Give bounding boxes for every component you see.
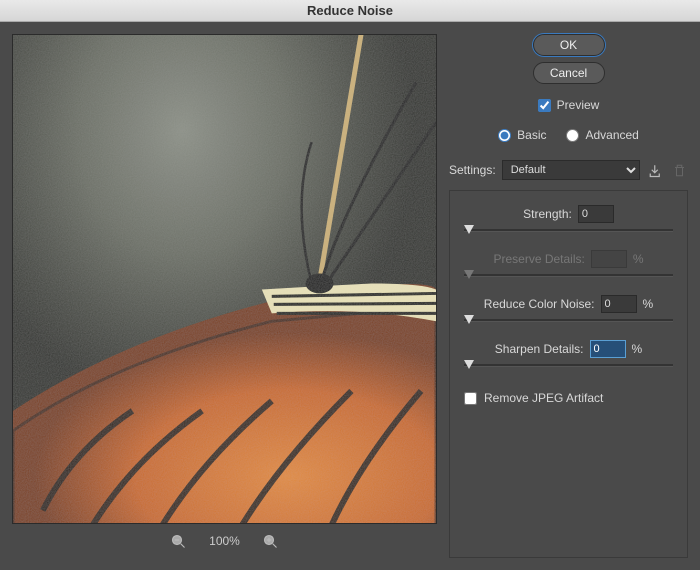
dialog-body: 100% OK Cancel Preview Basic Advanced	[0, 22, 700, 570]
basic-radio-label: Basic	[517, 128, 546, 142]
params-panel: Strength: Preserve Details: % Reduce Col…	[449, 190, 688, 558]
preview-column: 100%	[12, 34, 437, 558]
settings-select[interactable]: Default	[502, 160, 640, 180]
zoom-level: 100%	[209, 534, 240, 548]
color-noise-label: Reduce Color Noise:	[484, 297, 595, 311]
remove-jpeg-label: Remove JPEG Artifact	[484, 391, 603, 405]
preserve-details-input	[591, 250, 627, 268]
preview-checkbox[interactable]	[538, 99, 551, 112]
cancel-button[interactable]: Cancel	[533, 62, 605, 84]
sharpen-slider[interactable]	[464, 361, 673, 375]
strength-input[interactable]	[578, 205, 614, 223]
preview-checkbox-label: Preview	[557, 98, 600, 112]
advanced-radio-label: Advanced	[585, 128, 638, 142]
preserve-details-slider	[464, 271, 673, 285]
basic-radio-wrap[interactable]: Basic	[498, 128, 546, 142]
sharpen-label: Sharpen Details:	[495, 342, 584, 356]
color-noise-input[interactable]	[601, 295, 637, 313]
strength-param: Strength:	[464, 205, 673, 240]
dialog-title: Reduce Noise	[0, 0, 700, 22]
sharpen-unit: %	[632, 342, 643, 356]
strength-slider[interactable]	[464, 226, 673, 240]
delete-preset-icon	[670, 161, 688, 179]
zoom-in-icon[interactable]	[262, 532, 280, 550]
sharpen-param: Sharpen Details: %	[464, 340, 673, 375]
color-noise-slider[interactable]	[464, 316, 673, 330]
advanced-radio-wrap[interactable]: Advanced	[566, 128, 638, 142]
zoom-out-icon[interactable]	[169, 532, 187, 550]
sharpen-input[interactable]	[590, 340, 626, 358]
preview-image	[13, 35, 436, 523]
controls-column: OK Cancel Preview Basic Advanced Setting…	[449, 34, 688, 558]
settings-label: Settings:	[449, 163, 496, 177]
preserve-details-label: Preserve Details:	[493, 252, 584, 266]
preview-image-box[interactable]	[12, 34, 437, 524]
remove-jpeg-checkbox[interactable]	[464, 392, 477, 405]
color-noise-param: Reduce Color Noise: %	[464, 295, 673, 330]
ok-button[interactable]: OK	[533, 34, 605, 56]
preserve-details-unit: %	[633, 252, 644, 266]
advanced-radio[interactable]	[566, 129, 579, 142]
preserve-details-param: Preserve Details: %	[464, 250, 673, 285]
strength-label: Strength:	[523, 207, 572, 221]
color-noise-unit: %	[643, 297, 654, 311]
basic-radio[interactable]	[498, 129, 511, 142]
zoom-bar: 100%	[12, 524, 437, 558]
save-preset-icon[interactable]	[646, 161, 664, 179]
